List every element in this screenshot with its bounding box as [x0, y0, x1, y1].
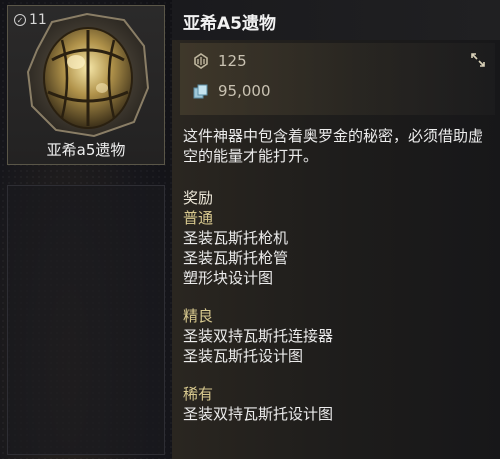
tier-common-label: 普通: [183, 209, 214, 227]
tooltip-title: 亚希A5遗物: [183, 14, 276, 34]
credits-icon: [192, 82, 210, 100]
ducat-icon: [192, 52, 210, 70]
stats-box: 125 95,000: [180, 43, 495, 115]
empty-inventory-slot[interactable]: [7, 185, 165, 455]
item-card-name: 亚希a5遗物: [46, 141, 126, 159]
item-owned-count: ✓ 11: [14, 12, 47, 28]
reward-item: 圣装瓦斯托枪机: [183, 229, 289, 247]
tier-rare-label: 稀有: [183, 385, 214, 403]
expand-icon[interactable]: [471, 53, 485, 67]
ducat-value: 125: [218, 52, 247, 70]
reward-item: 塑形块设计图: [183, 269, 274, 287]
reward-item: 圣装双持瓦斯托连接器: [183, 327, 334, 345]
relic-description: 这件神器中包含着奥罗金的秘密，必须借助虚空的能量才能打开。: [183, 127, 484, 165]
reward-item: 圣装瓦斯托设计图: [183, 347, 304, 365]
rewards-heading: 奖励: [183, 189, 214, 207]
relic-tooltip-panel: 亚希A5遗物 125 95,000 这件神器中包含着奥罗金的秘密，必须借助虚空的…: [172, 0, 500, 459]
check-circle-icon: ✓: [14, 14, 26, 26]
tooltip-header: 亚希A5遗物: [172, 0, 500, 40]
tier-uncommon-label: 精良: [183, 307, 214, 325]
reward-item: 圣装双持瓦斯托设计图: [183, 405, 334, 423]
relic-image: [22, 10, 152, 140]
item-count-value: 11: [29, 12, 47, 28]
ducat-stat: 125: [192, 52, 247, 70]
credits-stat: 95,000: [192, 82, 271, 100]
rewards-section: 奖励 普通 圣装瓦斯托枪机 圣装瓦斯托枪管 塑形块设计图 精良 圣装双持瓦斯托连…: [183, 188, 488, 424]
relic-item-card[interactable]: ✓ 11 亚希a5遗物: [7, 5, 165, 165]
credits-value: 95,000: [218, 82, 271, 100]
reward-item: 圣装瓦斯托枪管: [183, 249, 289, 267]
